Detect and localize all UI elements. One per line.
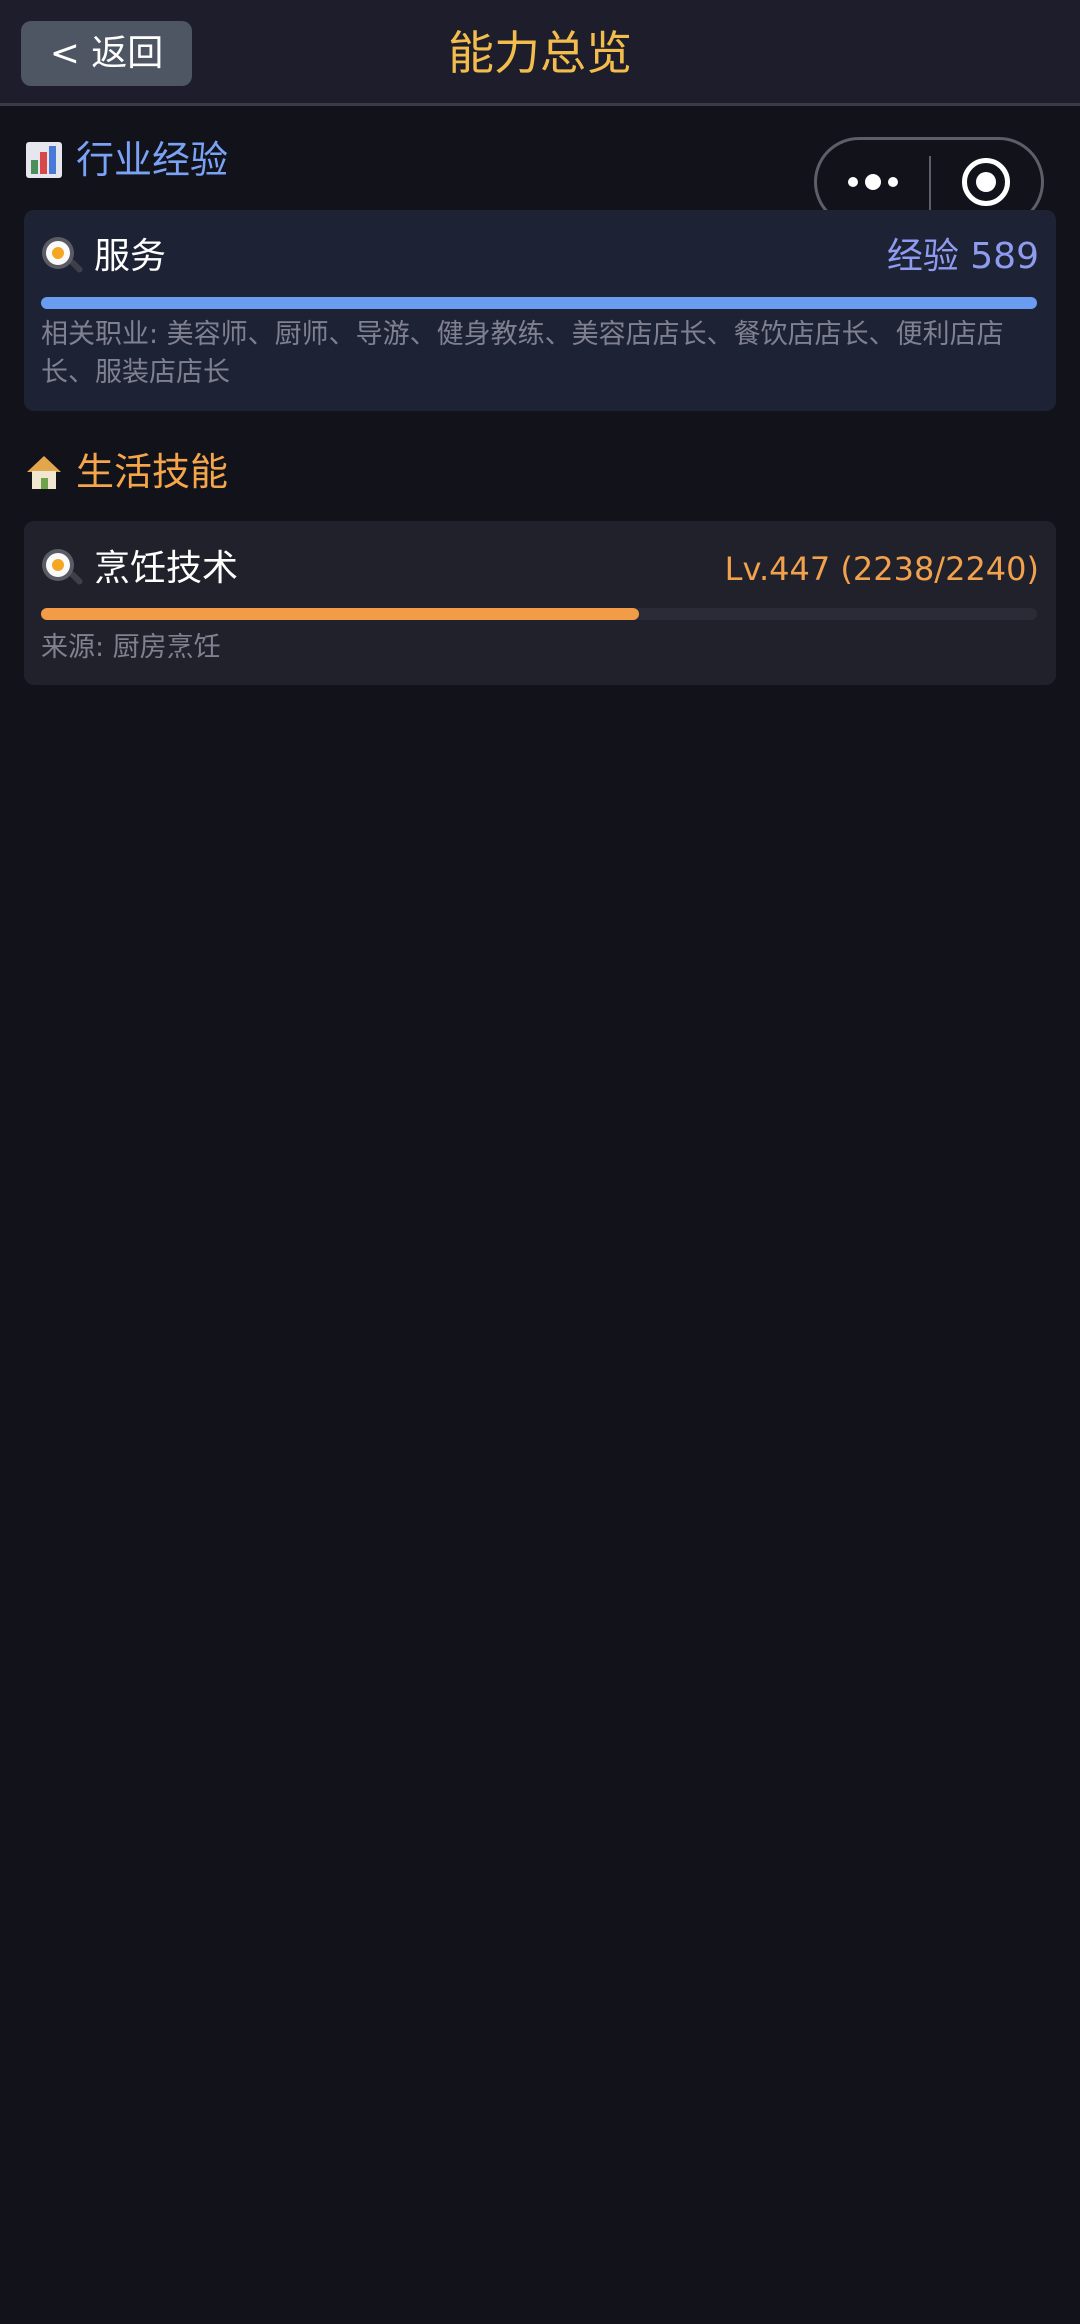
skill-card-cooking[interactable]: 烹饪技术 Lv.447 (2238/2240) 来源: 厨房烹饪 [24, 521, 1056, 685]
industry-section-title: 行业经验 [76, 138, 229, 182]
industry-experience-value: 经验 589 [886, 236, 1039, 277]
industry-progress-fill [41, 297, 1037, 309]
life-skills-section-header: 生活技能 [26, 447, 228, 497]
top-nav-bar: < 返回 能力总览 [0, 0, 1080, 106]
industry-progress-bar [41, 297, 1037, 309]
skill-progress-fill [41, 608, 639, 620]
bar-chart-icon [26, 142, 62, 178]
skill-level-value: Lv.447 (2238/2240) [724, 550, 1039, 588]
page-title: 能力总览 [448, 26, 632, 80]
industry-card-service[interactable]: 服务 经验 589 相关职业: 美容师、厨师、导游、健身教练、美容店店长、餐饮店… [24, 210, 1056, 411]
industry-name: 服务 [94, 236, 167, 277]
house-icon [26, 454, 62, 490]
life-skills-section-title: 生活技能 [76, 450, 229, 494]
skill-name: 烹饪技术 [94, 548, 239, 589]
skill-progress-bar [41, 608, 1037, 620]
frying-pan-egg-icon [42, 549, 84, 589]
frying-pan-egg-icon [42, 237, 84, 277]
industry-section-header: 行业经验 [26, 135, 228, 185]
skill-source-text: 来源: 厨房烹饪 [41, 632, 221, 663]
related-jobs-text: 相关职业: 美容师、厨师、导游、健身教练、美容店店长、餐饮店店长、便利店店长、服… [41, 319, 1004, 388]
